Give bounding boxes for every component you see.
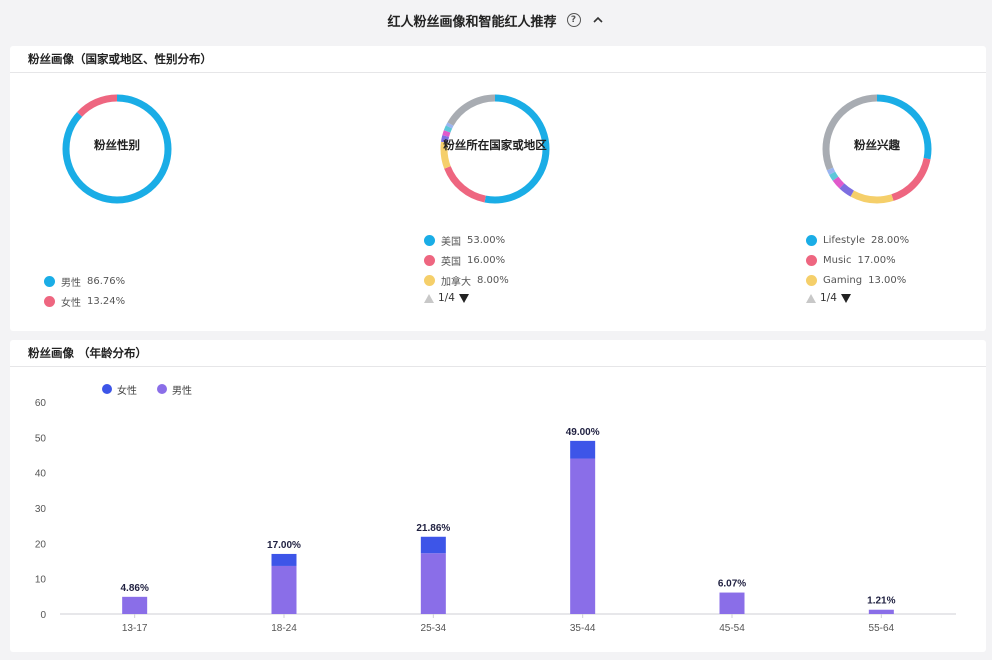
legend-dot	[806, 255, 817, 266]
interest-legend: Lifestyle 28.00% Music 17.00% Gaming 13.…	[806, 230, 909, 304]
pager-next-arrow-icon[interactable]	[459, 294, 469, 303]
y-tick-label: 40	[35, 469, 47, 480]
legend-label: 英国	[441, 253, 461, 268]
legend-label: 女性	[61, 294, 81, 309]
y-tick-label: 60	[35, 398, 47, 409]
bar-male[interactable]	[570, 459, 595, 614]
bar-male[interactable]	[720, 593, 745, 614]
bar-male[interactable]	[421, 553, 446, 614]
country-legend: 美国 53.00% 英国 16.00% 加拿大 8.00% 1/4	[424, 230, 509, 304]
pager-prev-arrow-icon[interactable]	[424, 294, 434, 303]
legend-label: Gaming	[823, 275, 862, 286]
legend-value: 13.24%	[87, 296, 125, 307]
bar-female[interactable]	[272, 554, 297, 566]
x-tick-label: 45-54	[719, 623, 745, 634]
legend-dot	[424, 235, 435, 246]
bar-male[interactable]	[122, 597, 147, 614]
y-tick-label: 0	[40, 610, 46, 621]
legend-value: 28.00%	[871, 235, 909, 246]
y-tick-label: 50	[35, 433, 47, 444]
legend-value: 16.00%	[467, 255, 505, 266]
y-tick-label: 10	[35, 575, 47, 586]
legend-item[interactable]: 加拿大 8.00%	[424, 270, 509, 290]
x-tick-label: 25-34	[421, 623, 447, 634]
legend-label: 男性	[172, 382, 192, 397]
chevron-up-icon[interactable]	[591, 13, 605, 27]
legend-dot	[102, 384, 112, 394]
pager-page-text: 1/4	[820, 292, 837, 304]
section-title: 红人粉丝画像和智能红人推荐	[387, 11, 556, 30]
question-circle-icon[interactable]: ?	[567, 13, 581, 27]
x-tick-label: 35-44	[570, 623, 596, 634]
legend-value: 17.00%	[857, 255, 895, 266]
bar-female[interactable]	[570, 441, 595, 459]
legend-value: 86.76%	[87, 276, 125, 287]
age-distribution-card: 粉丝画像 （年龄分布） 01020304050604.86%13-1717.00…	[10, 340, 986, 652]
x-tick-label: 18-24	[271, 623, 297, 634]
legend-label: 加拿大	[441, 273, 471, 288]
legend-label: 男性	[61, 274, 81, 289]
bar-male[interactable]	[272, 566, 297, 614]
legend-dot	[424, 275, 435, 286]
legend-dot	[806, 275, 817, 286]
legend-item[interactable]: 男性	[157, 382, 192, 396]
legend-label: Lifestyle	[823, 235, 865, 246]
legend-item[interactable]: Lifestyle 28.00%	[806, 230, 909, 250]
bar-value-label: 49.00%	[566, 427, 600, 438]
country-legend-pager: 1/4	[424, 292, 509, 304]
gender-donut-label: 粉丝性别	[62, 137, 172, 153]
bar-value-label: 17.00%	[267, 540, 301, 551]
legend-dot	[44, 276, 55, 287]
legend-label: 美国	[441, 233, 461, 248]
pager-page-text: 1/4	[438, 292, 455, 304]
legend-dot	[157, 384, 167, 394]
legend-item[interactable]: 女性 13.24%	[44, 291, 125, 311]
legend-value: 13.00%	[868, 275, 906, 286]
pager-next-arrow-icon[interactable]	[841, 294, 851, 303]
x-tick-label: 55-64	[869, 623, 895, 634]
interest-legend-pager: 1/4	[806, 292, 909, 304]
legend-label: Music	[823, 255, 851, 266]
legend-item[interactable]: Music 17.00%	[806, 250, 909, 270]
legend-dot	[424, 255, 435, 266]
y-tick-label: 30	[35, 504, 47, 515]
legend-dot	[44, 296, 55, 307]
legend-item[interactable]: 男性 86.76%	[44, 271, 125, 291]
bar-value-label: 1.21%	[867, 596, 895, 607]
age-chart-legend: 女性 男性	[102, 382, 192, 396]
bar-value-label: 4.86%	[120, 583, 148, 594]
pager-prev-arrow-icon[interactable]	[806, 294, 816, 303]
bar-female[interactable]	[421, 537, 446, 553]
section-header: 红人粉丝画像和智能红人推荐 ?	[0, 0, 992, 40]
bar-value-label: 21.86%	[416, 523, 450, 534]
interest-donut-label: 粉丝兴趣	[822, 137, 932, 153]
legend-item[interactable]: 美国 53.00%	[424, 230, 509, 250]
gender-legend: 男性 86.76% 女性 13.24%	[44, 271, 125, 311]
x-tick-label: 13-17	[122, 623, 148, 634]
legend-item[interactable]: 英国 16.00%	[424, 250, 509, 270]
country-gender-card: 粉丝画像（国家或地区、性别分布） 粉丝性别 男性 86.76% 女性 13.24…	[10, 46, 986, 331]
legend-item[interactable]: Gaming 13.00%	[806, 270, 909, 290]
legend-item[interactable]: 女性	[102, 382, 137, 396]
bar-male[interactable]	[869, 610, 894, 614]
country-donut-label: 粉丝所在国家或地区	[435, 137, 555, 153]
legend-label: 女性	[117, 382, 137, 397]
legend-dot	[806, 235, 817, 246]
legend-value: 8.00%	[477, 275, 509, 286]
bar-value-label: 6.07%	[718, 579, 746, 590]
country-gender-card-title: 粉丝画像（国家或地区、性别分布）	[10, 46, 986, 73]
y-tick-label: 20	[35, 539, 47, 550]
legend-value: 53.00%	[467, 235, 505, 246]
